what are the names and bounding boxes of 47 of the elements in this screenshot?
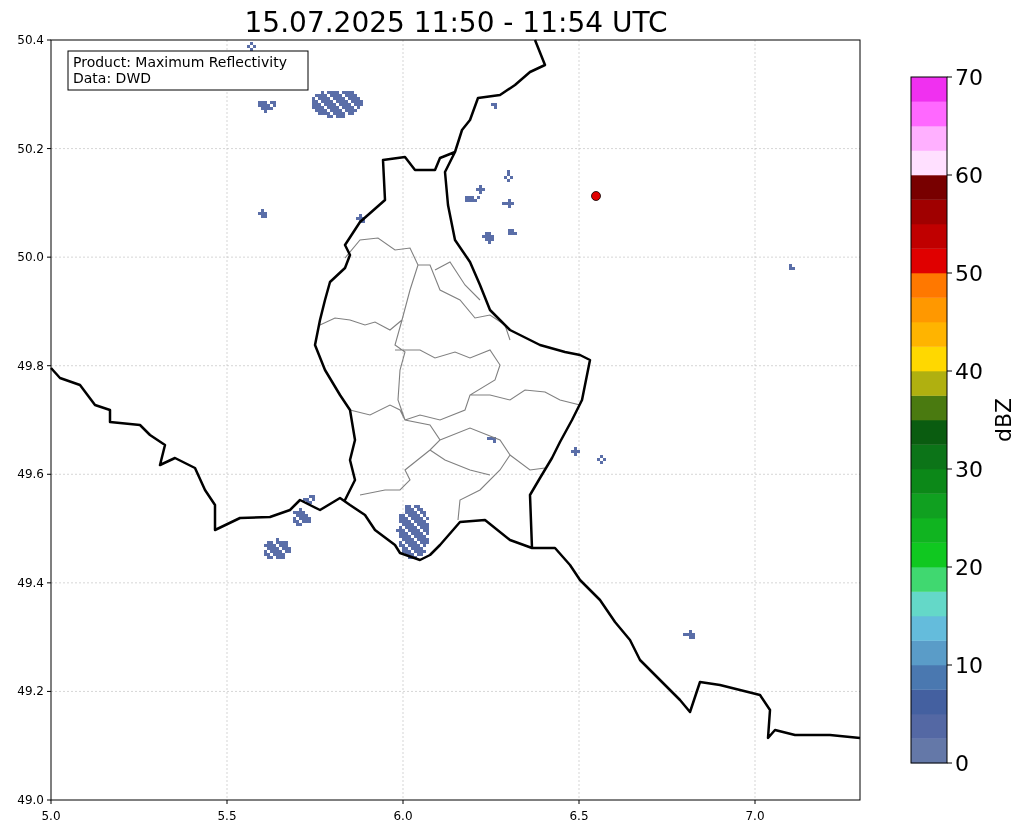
colorbar-label: dBZ bbox=[991, 397, 1016, 443]
colorbar-tick-label: 10 bbox=[955, 653, 983, 678]
radar-echo bbox=[789, 264, 795, 270]
radar-echo bbox=[482, 232, 494, 244]
x-axis-tick-label: 6.5 bbox=[569, 809, 589, 823]
radar-echo bbox=[293, 508, 311, 526]
radar-echo bbox=[491, 103, 497, 109]
chart-title: 15.07.2025 11:50 - 11:54 UTC bbox=[244, 6, 668, 39]
colorbar-tick-label: 50 bbox=[955, 261, 983, 286]
y-axis-tick-label: 49.8 bbox=[17, 358, 44, 373]
radar-echo bbox=[683, 630, 695, 639]
radar-echo bbox=[247, 42, 256, 51]
colorbar-tick-label: 40 bbox=[955, 359, 983, 384]
colorbar-tick-label: 70 bbox=[955, 65, 983, 90]
radar-echo bbox=[303, 495, 315, 504]
y-axis-tick-label: 49.4 bbox=[17, 575, 44, 590]
radar-echo bbox=[508, 229, 517, 235]
radar-echo bbox=[465, 196, 480, 202]
radar-echo bbox=[476, 185, 485, 194]
y-axis-tick-label: 49.0 bbox=[17, 793, 44, 807]
info-text: Product: Maximum Reflectivity bbox=[73, 54, 287, 70]
x-axis-tick-label: 6.0 bbox=[393, 809, 413, 823]
radar-echo bbox=[504, 170, 513, 182]
y-axis-tick-label: 50.0 bbox=[17, 250, 44, 265]
radar-echo bbox=[258, 209, 267, 218]
radar-echo bbox=[264, 538, 291, 559]
info-text: Data: DWD bbox=[73, 70, 151, 86]
y-axis-tick-label: 50.4 bbox=[17, 33, 44, 47]
x-axis-tick-label: 5.5 bbox=[217, 809, 237, 823]
radar-echo bbox=[487, 437, 496, 443]
x-axis-tick-label: 5.0 bbox=[41, 809, 61, 823]
radar-echo bbox=[356, 214, 365, 223]
location-marker bbox=[591, 191, 601, 201]
radar-echo bbox=[571, 447, 580, 456]
colorbar-tick-label: 60 bbox=[955, 163, 983, 188]
colorbar-tick-label: 30 bbox=[955, 457, 983, 482]
y-axis-tick-label: 50.2 bbox=[17, 141, 44, 156]
y-axis-tick-label: 49.6 bbox=[17, 467, 44, 482]
radar-echo bbox=[312, 91, 363, 118]
x-axis-tick-label: 7.0 bbox=[745, 809, 765, 823]
radar-echo bbox=[396, 505, 429, 559]
y-axis-tick-label: 49.2 bbox=[17, 684, 44, 699]
radar-echo bbox=[258, 101, 276, 113]
colorbar-tick-label: 0 bbox=[955, 751, 969, 776]
radar-echo bbox=[597, 455, 606, 464]
colorbar-tick-label: 20 bbox=[955, 555, 983, 580]
radar-echo bbox=[502, 199, 514, 208]
